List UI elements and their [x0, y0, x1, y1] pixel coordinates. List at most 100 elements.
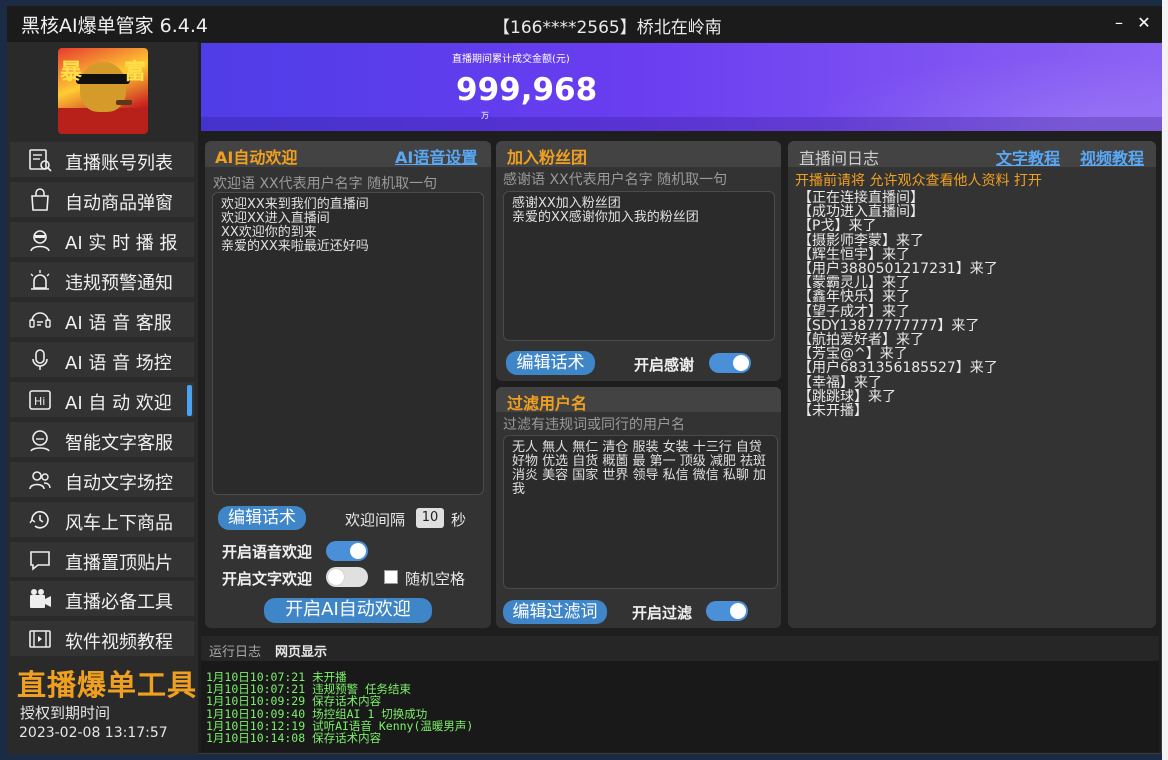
live-log-line: 【用户6831356185527】来了	[798, 360, 998, 377]
start-ai-welcome-button[interactable]: 开启AI自动欢迎	[264, 598, 432, 623]
text-welcome-label: 开启文字欢迎	[222, 570, 313, 588]
video-tutorial-link[interactable]: 视频教程	[1080, 145, 1144, 169]
auth-date: 2023-02-08 13:17:57	[19, 725, 168, 741]
voice-welcome-label: 开启语音欢迎	[222, 543, 313, 561]
interval-unit: 秒	[451, 511, 467, 529]
thanks-toggle[interactable]	[709, 353, 751, 373]
microphone-icon	[27, 348, 53, 372]
sidebar-item[interactable]: 直播置顶贴片	[9, 541, 195, 578]
pin-message-icon	[27, 548, 53, 572]
voice-welcome-toggle[interactable]	[326, 541, 368, 561]
sidebar-item[interactable]: 自动商品弹窗	[9, 181, 195, 218]
filter-toggle[interactable]	[706, 601, 748, 621]
filter-text-area[interactable]: 无人 無人 無仁 清仓 服装 女装 十三行 自贷 好物 优选 自货 穊薗 最 第…	[503, 435, 778, 589]
account-list-icon	[27, 148, 53, 172]
banner-caption: 直播期间累计成交金额(元)	[452, 54, 570, 65]
live-log-line: 【未开播】	[798, 403, 868, 420]
sidebar-item[interactable]: 自动文字场控	[9, 461, 195, 498]
banner-unit: 万	[481, 111, 489, 120]
text-service-icon	[27, 428, 53, 452]
sales-banner	[201, 43, 1162, 131]
sidebar-item[interactable]: 智能文字客服	[9, 421, 195, 458]
sidebar-item-label: AI 语 音 客服	[65, 313, 172, 334]
sidebar-item[interactable]: 直播账号列表	[9, 141, 195, 178]
title-bar[interactable]: 黑核AI爆单管家 6.4.4 【166****2565】桥北在岭南 – ✕	[7, 6, 1162, 42]
random-space-label: 随机空格	[405, 570, 466, 588]
run-log-line: 1月10日10:09:40 场控组AI 1 切换成功	[206, 706, 428, 721]
live-log-line: 【鑫年快乐】来了	[798, 289, 910, 306]
broadcaster-icon	[27, 228, 53, 252]
sidebar-item[interactable]: Hi AI 自 动 欢迎	[9, 381, 195, 418]
thanks-label: 开启感谢	[634, 356, 695, 374]
active-indicator	[187, 385, 192, 416]
welcome-hint: 欢迎语 XX代表用户名字 随机取一句	[213, 176, 438, 192]
edit-welcome-button[interactable]: 编辑话术	[218, 506, 306, 530]
camera-tool-icon	[27, 587, 53, 611]
live-log-line: 【辉生恒宇】来了	[798, 246, 910, 263]
run-log-tabs	[201, 636, 1159, 661]
sidebar-item-label: 直播必备工具	[65, 592, 173, 613]
video-tutorial-icon	[27, 627, 53, 651]
user-info: 【166****2565】桥北在岭南	[493, 18, 722, 38]
avatar[interactable]: 暴 富	[58, 48, 148, 134]
live-log-title: 直播间日志	[799, 149, 880, 168]
sidebar-item[interactable]: 风车上下商品	[9, 501, 195, 538]
filter-hint: 过滤有违规词或同行的用户名	[503, 417, 685, 433]
sidebar-item-label: AI 实 时 播 报	[65, 233, 178, 254]
voice-settings-link[interactable]: AI语音设置	[395, 144, 477, 168]
welcome-title: AI自动欢迎	[215, 148, 298, 167]
sidebar-item[interactable]: 直播必备工具	[9, 580, 195, 617]
run-log-list: 1月10日10:07:21 未开播 1月10日10:07:21 违规预警 任务结束…	[206, 671, 1146, 744]
live-log-line: 【P戈】来了	[798, 218, 877, 235]
svg-text:Hi: Hi	[34, 395, 45, 408]
users-icon	[27, 468, 53, 492]
close-button[interactable]: ✕	[1131, 11, 1157, 35]
hi-icon: Hi	[27, 388, 53, 412]
filter-title: 过滤用户名	[507, 394, 588, 413]
sidebar-item[interactable]: AI 语 音 客服	[9, 301, 195, 338]
sidebar-item-label: 违规预警通知	[65, 273, 173, 294]
shopping-bag-icon	[27, 188, 53, 212]
tab-web-display[interactable]: 网页显示	[275, 641, 327, 660]
interval-label: 欢迎间隔	[345, 511, 406, 529]
filter-label: 开启过滤	[632, 604, 693, 622]
fan-hint: 感谢语 XX代表用户名字 随机取一句	[503, 172, 728, 188]
sidebar-item[interactable]: AI 语 音 场控	[9, 341, 195, 378]
minimize-button[interactable]: –	[1106, 11, 1132, 35]
fan-title: 加入粉丝团	[507, 148, 588, 167]
random-space-checkbox[interactable]	[384, 570, 398, 584]
live-log-line: 【跳跳球】来了	[798, 388, 896, 405]
run-log-line: 1月10日10:09:29 保存话术内容	[206, 694, 382, 709]
brand-title: 直播爆单工具	[17, 668, 198, 702]
live-log-warning: 开播前请将 允许观众查看他人资料 打开	[795, 173, 1042, 189]
sidebar-item-label: 直播账号列表	[65, 153, 173, 174]
windmill-icon	[27, 508, 53, 532]
banner-amount: 999,968	[456, 72, 598, 108]
fan-text-area[interactable]: 感谢XX加入粉丝团 亲爱的XX感谢你加入我的粉丝团	[503, 191, 775, 341]
sidebar-item-label: AI 自 动 欢迎	[65, 393, 172, 414]
sidebar-item-label: 自动商品弹窗	[65, 193, 173, 214]
sidebar-item[interactable]: 软件视频教程	[9, 620, 195, 657]
live-log-line: 【用户3880501217231】来了	[798, 261, 998, 278]
edit-filter-button[interactable]: 编辑过滤词	[503, 600, 607, 624]
background-window	[1162, 0, 1168, 760]
welcome-text-area[interactable]: 欢迎XX来到我们的直播间 欢迎XX进入直播间 XX欢迎你的到来 亲爱的XX来啦最…	[212, 192, 484, 495]
live-log-line: 【成功进入直播间】	[798, 204, 924, 221]
live-log-line: 【望子成才】来了	[798, 303, 910, 320]
live-log-line: 【幸福】来了	[798, 374, 882, 391]
alarm-icon	[27, 268, 53, 292]
sidebar-item-label: AI 语 音 场控	[65, 353, 172, 374]
sidebar-item[interactable]: 违规预警通知	[9, 261, 195, 298]
voice-service-icon	[27, 308, 53, 332]
sidebar-item[interactable]: AI 实 时 播 报	[9, 221, 195, 258]
sidebar-item-label: 自动文字场控	[65, 473, 173, 494]
text-welcome-toggle[interactable]	[326, 567, 368, 587]
live-log-line: 【摄影师李蒙】来了	[798, 232, 924, 249]
text-tutorial-link[interactable]: 文字教程	[996, 145, 1060, 169]
auth-label: 授权到期时间	[20, 704, 111, 722]
app-title: 黑核AI爆单管家 6.4.4	[21, 15, 208, 37]
tab-run-log[interactable]: 运行日志	[209, 641, 261, 660]
sidebar-item-label: 风车上下商品	[65, 513, 173, 534]
interval-input[interactable]: 10	[416, 508, 444, 528]
edit-fan-button[interactable]: 编辑话术	[506, 351, 595, 375]
